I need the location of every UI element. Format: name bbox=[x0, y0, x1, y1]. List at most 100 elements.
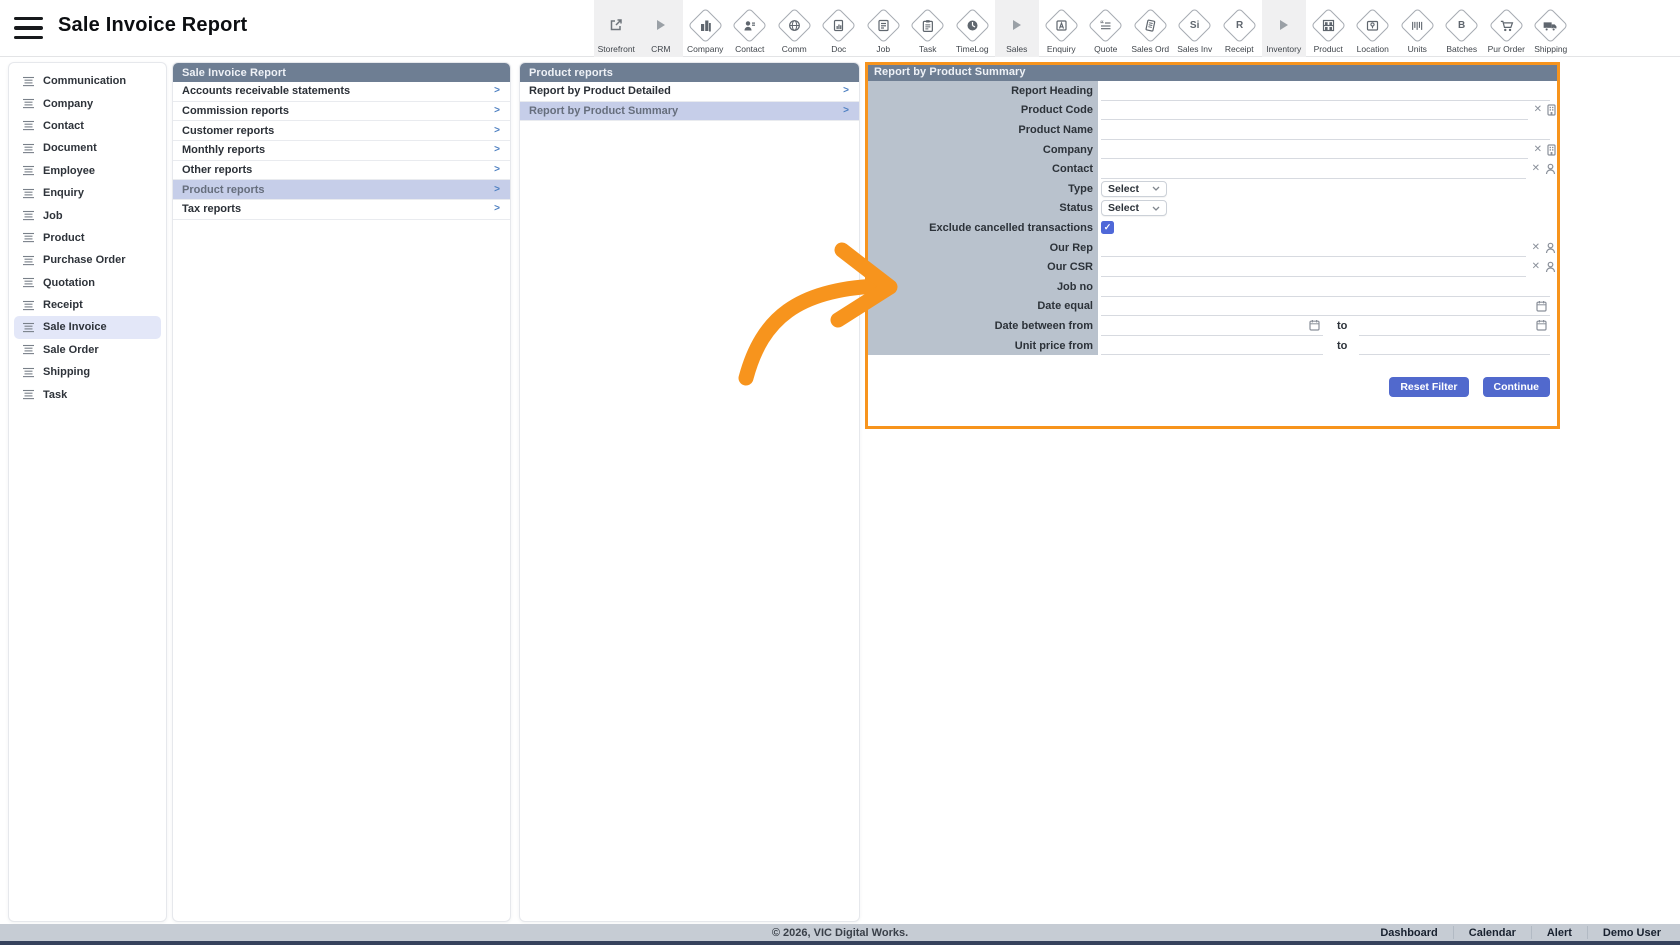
toolbar-item-receipt[interactable]: RReceipt bbox=[1217, 0, 1262, 57]
footer-link-alert[interactable]: Alert bbox=[1531, 926, 1587, 939]
contact-input[interactable] bbox=[1101, 159, 1526, 178]
field-label: Status bbox=[865, 199, 1098, 219]
report-category-accounts-receivable-statements[interactable]: Accounts receivable statements> bbox=[173, 82, 510, 102]
sidebar-item-shipping[interactable]: Shipping bbox=[14, 361, 161, 383]
sidebar-item-contact[interactable]: Contact bbox=[14, 115, 161, 137]
sidebar-item-company[interactable]: Company bbox=[14, 92, 161, 114]
toolbar-item-location[interactable]: Location bbox=[1351, 0, 1396, 57]
toolbar-item-quote[interactable]: “Quote bbox=[1084, 0, 1129, 57]
unit-price-from-from-input[interactable] bbox=[1101, 336, 1323, 355]
clear-icon[interactable]: ✕ bbox=[1532, 262, 1540, 272]
building-icon[interactable] bbox=[1547, 144, 1556, 156]
report-category-monthly-reports[interactable]: Monthly reports> bbox=[173, 141, 510, 161]
sidebar-item-document[interactable]: Document bbox=[14, 137, 161, 159]
form-row-exclude-cancelled-transactions: Exclude cancelled transactions✓ bbox=[865, 218, 1560, 238]
toolbar-item-job[interactable]: Job bbox=[861, 0, 906, 57]
building-icon[interactable] bbox=[1547, 104, 1556, 116]
sidebar-item-sale-order[interactable]: Sale Order bbox=[14, 339, 161, 361]
clear-icon[interactable]: ✕ bbox=[1534, 105, 1542, 115]
chevron-right-icon: > bbox=[494, 185, 500, 195]
calendar-icon[interactable] bbox=[1536, 300, 1547, 312]
unit-price-from-to-input[interactable] bbox=[1359, 336, 1550, 355]
toolbar-item-batches[interactable]: BBatches bbox=[1440, 0, 1485, 57]
footer-link-demo-user[interactable]: Demo User bbox=[1587, 926, 1676, 939]
footer-link-dashboard[interactable]: Dashboard bbox=[1365, 926, 1452, 939]
toolbar-item-units[interactable]: Units bbox=[1395, 0, 1440, 57]
status-select[interactable]: Select bbox=[1101, 200, 1167, 216]
shelf-icon bbox=[1316, 7, 1341, 43]
toolbar-item-company[interactable]: Company bbox=[683, 0, 728, 57]
our-csr-input[interactable] bbox=[1101, 257, 1526, 276]
sidebar-item-employee[interactable]: Employee bbox=[14, 160, 161, 182]
calendar-icon[interactable] bbox=[1309, 319, 1320, 331]
job-no-input[interactable] bbox=[1101, 277, 1550, 296]
date-between-from-from-input[interactable] bbox=[1101, 316, 1323, 335]
toolbar-item-crm[interactable]: CRM bbox=[639, 0, 684, 57]
clear-icon[interactable]: ✕ bbox=[1532, 164, 1540, 174]
toolbar-item-inventory[interactable]: Inventory bbox=[1262, 0, 1307, 57]
report-category-product-reports[interactable]: Product reports> bbox=[173, 180, 510, 200]
toolbar-item-storefront[interactable]: Storefront bbox=[594, 0, 639, 57]
report-category-commission-reports[interactable]: Commission reports> bbox=[173, 102, 510, 122]
sidebar-item-label: Job bbox=[43, 210, 63, 222]
toolbar-item-doc[interactable]: Doc bbox=[817, 0, 862, 57]
sidebar-item-sale-invoice[interactable]: Sale Invoice bbox=[14, 316, 161, 338]
toolbar-item-enquiry[interactable]: Enquiry bbox=[1039, 0, 1084, 57]
form-row-our-csr: Our CSR✕ bbox=[865, 257, 1560, 277]
person-icon[interactable] bbox=[1545, 163, 1556, 175]
report-category-customer-reports[interactable]: Customer reports> bbox=[173, 121, 510, 141]
toolbar-item-comm[interactable]: Comm bbox=[772, 0, 817, 57]
sidebar-item-quotation[interactable]: Quotation bbox=[14, 272, 161, 294]
report-category-tax-reports[interactable]: Tax reports> bbox=[173, 200, 510, 220]
field-label: Exclude cancelled transactions bbox=[865, 218, 1098, 238]
sidebar-item-receipt[interactable]: Receipt bbox=[14, 294, 161, 316]
sidebar-item-task[interactable]: Task bbox=[14, 383, 161, 405]
toolbar-item-sales-inv[interactable]: SiSales Inv bbox=[1173, 0, 1218, 57]
company-input[interactable] bbox=[1101, 140, 1528, 159]
select-value: Select bbox=[1108, 183, 1139, 195]
toolbar-item-contact[interactable]: Contact bbox=[728, 0, 773, 57]
exclude-cancelled-transactions-checkbox[interactable]: ✓ bbox=[1101, 221, 1114, 234]
field-label: Unit price from bbox=[865, 336, 1098, 356]
product-name-input[interactable] bbox=[1101, 120, 1550, 139]
footer-link-calendar[interactable]: Calendar bbox=[1453, 926, 1531, 939]
sidebar-item-job[interactable]: Job bbox=[14, 204, 161, 226]
footer-bottom-strip bbox=[0, 941, 1680, 945]
sidebar-item-enquiry[interactable]: Enquiry bbox=[14, 182, 161, 204]
toolbar-item-pur-order[interactable]: Pur Order bbox=[1484, 0, 1529, 57]
sidebar-item-purchase-order[interactable]: Purchase Order bbox=[14, 249, 161, 271]
person-icon[interactable] bbox=[1545, 242, 1556, 254]
reset-filter-button[interactable]: Reset Filter bbox=[1389, 377, 1468, 397]
toolbar-item-sales-ord[interactable]: Sales Ord bbox=[1128, 0, 1173, 57]
menu-item-label: Monthly reports bbox=[182, 144, 265, 156]
person-icon[interactable] bbox=[1545, 261, 1556, 273]
module-toolbar: Storefront CRMCompanyContactCommDocJobTas… bbox=[594, 0, 1573, 57]
sidebar-item-product[interactable]: Product bbox=[14, 227, 161, 249]
date-between-from-to-input[interactable] bbox=[1359, 316, 1550, 335]
toolbar-item-task[interactable]: Task bbox=[906, 0, 951, 57]
clear-icon[interactable]: ✕ bbox=[1534, 145, 1542, 155]
calendar-icon[interactable] bbox=[1536, 319, 1547, 331]
toolbar-item-label: Storefront bbox=[598, 44, 635, 54]
date-equal-input[interactable] bbox=[1101, 297, 1550, 316]
clock-icon bbox=[960, 7, 985, 43]
clear-icon[interactable]: ✕ bbox=[1532, 243, 1540, 253]
batches-icon: B bbox=[1449, 7, 1474, 43]
product-code-input[interactable] bbox=[1101, 101, 1528, 120]
toolbar-item-shipping[interactable]: Shipping bbox=[1529, 0, 1574, 57]
sidebar-item-label: Contact bbox=[43, 120, 84, 132]
product-report-report-by-product-summary[interactable]: Report by Product Summary> bbox=[520, 102, 859, 122]
toolbar-item-sales[interactable]: Sales bbox=[995, 0, 1040, 57]
sidebar-item-communication[interactable]: Communication bbox=[14, 70, 161, 92]
product-report-report-by-product-detailed[interactable]: Report by Product Detailed> bbox=[520, 82, 859, 102]
report-filter-panel: Report by Product Summary Report Heading… bbox=[865, 62, 1560, 922]
toolbar-item-product[interactable]: Product bbox=[1306, 0, 1351, 57]
report-category-other-reports[interactable]: Other reports> bbox=[173, 161, 510, 181]
list-lines-icon bbox=[22, 120, 35, 131]
our-rep-input[interactable] bbox=[1101, 238, 1526, 257]
continue-button[interactable]: Continue bbox=[1483, 377, 1551, 397]
report-heading-input[interactable] bbox=[1101, 81, 1550, 100]
type-select[interactable]: Select bbox=[1101, 181, 1167, 197]
hamburger-menu-icon[interactable] bbox=[14, 17, 43, 39]
toolbar-item-timelog[interactable]: TimeLog bbox=[950, 0, 995, 57]
